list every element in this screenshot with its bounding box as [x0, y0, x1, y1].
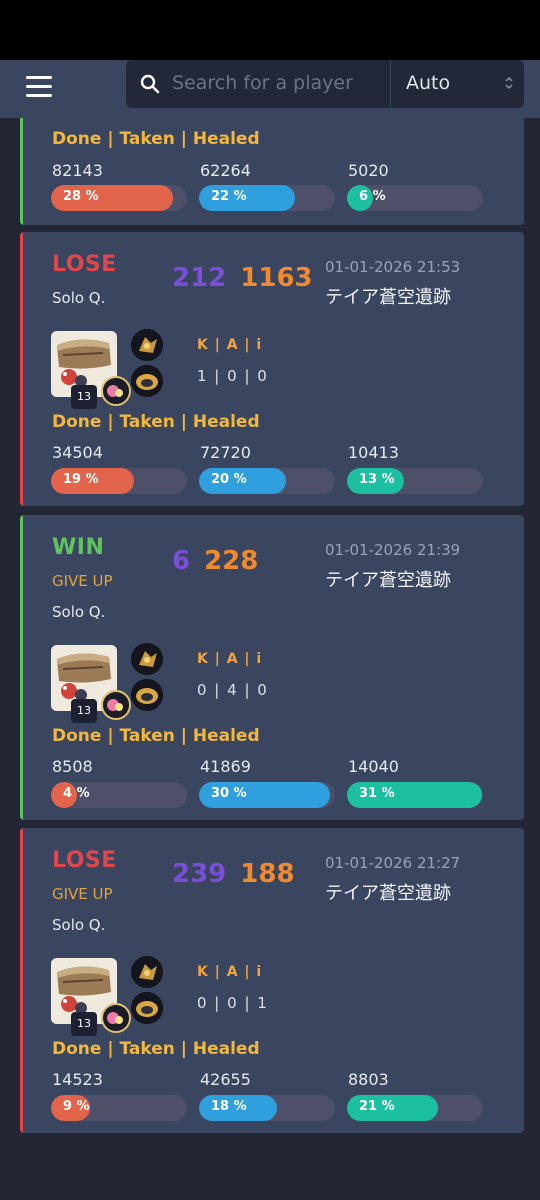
give-up-badge: GIVE UP — [52, 885, 113, 903]
damage-taken-percent: 20 % — [211, 472, 247, 487]
map-name: テイア蒼空遺跡 — [325, 287, 451, 308]
kda-value: 0 | 0 | 1 — [197, 994, 269, 1012]
damage-taken-value: 62264 — [200, 161, 251, 180]
damage-done-bar: 4 % — [51, 782, 187, 808]
match-card[interactable]: LOSE GIVE UP Solo Q. 239 188 01-01-2026 2… — [20, 828, 524, 1133]
match-card-partial[interactable]: Done | Taken | Healed 82143 62264 5020 2… — [20, 108, 524, 225]
held-item-icon — [101, 690, 131, 720]
match-card[interactable]: WIN GIVE UP Solo Q. 6 228 01-01-2026 21:3… — [20, 515, 524, 820]
score-team-a: 6 — [172, 546, 191, 576]
damage-taken-value: 72720 — [200, 443, 251, 462]
kda-label: K | A | i — [197, 964, 263, 980]
search-placeholder: Search for a player — [172, 72, 353, 94]
stats-header: Done | Taken | Healed — [52, 1039, 260, 1059]
damage-done-value: 14523 — [52, 1070, 103, 1089]
game-mode: Solo Q. — [52, 289, 106, 307]
menu-icon[interactable] — [26, 74, 54, 102]
champion-level: 13 — [71, 1012, 97, 1036]
damage-taken-percent: 22 % — [211, 189, 247, 204]
score-team-a: 239 — [172, 859, 227, 889]
result-indicator — [20, 108, 23, 225]
score: 239 188 — [172, 859, 295, 889]
damage-done-percent: 9 % — [63, 1099, 90, 1114]
healed-bar: 13 % — [347, 468, 483, 494]
healed-percent: 6 % — [359, 189, 386, 204]
healed-percent: 21 % — [359, 1099, 395, 1114]
champion-level: 13 — [71, 699, 97, 723]
score-team-b: 188 — [240, 859, 295, 889]
healed-value: 10413 — [348, 443, 399, 462]
healed-percent: 31 % — [359, 786, 395, 801]
damage-done-bar: 9 % — [51, 1095, 187, 1121]
give-up-badge: GIVE UP — [52, 572, 113, 590]
region-select-value: Auto — [406, 72, 451, 94]
held-item-icon — [101, 1003, 131, 1033]
kda-label: K | A | i — [197, 337, 263, 353]
kda-label: K | A | i — [197, 651, 263, 667]
healed-bar: 6 % — [347, 185, 483, 211]
healed-value: 14040 — [348, 757, 399, 776]
region-select[interactable]: Auto — [391, 60, 524, 108]
score-team-b: 1163 — [240, 263, 313, 293]
move-icon — [131, 365, 163, 397]
battle-item-icon — [131, 956, 163, 988]
damage-done-percent: 4 % — [63, 786, 90, 801]
held-item-icon — [101, 376, 131, 406]
result-indicator — [20, 828, 23, 1133]
result-indicator — [20, 232, 23, 506]
damage-taken-value: 41869 — [200, 757, 251, 776]
chevron-updown-icon — [505, 76, 513, 90]
champion-level: 13 — [71, 385, 97, 409]
map-name: テイア蒼空遺跡 — [325, 883, 451, 904]
damage-done-bar: 19 % — [51, 468, 187, 494]
map-name: テイア蒼空遺跡 — [325, 570, 451, 591]
score: 6 228 — [172, 546, 258, 576]
healed-value: 8803 — [348, 1070, 389, 1089]
game-mode: Solo Q. — [52, 603, 106, 621]
kda-value: 1 | 0 | 0 — [197, 367, 269, 385]
damage-done-value: 82143 — [52, 161, 103, 180]
search-input[interactable]: Search for a player — [126, 60, 390, 108]
move-icon — [131, 992, 163, 1024]
healed-percent: 13 % — [359, 472, 395, 487]
search-icon — [140, 74, 160, 94]
top-header: Search for a player Auto — [0, 60, 540, 118]
stats-header: Done | Taken | Healed — [52, 726, 260, 746]
result-indicator — [20, 515, 23, 820]
kda-value: 0 | 4 | 0 — [197, 681, 269, 699]
healed-bar: 31 % — [347, 782, 483, 808]
stats-header: Done | Taken | Healed — [52, 129, 260, 149]
healed-bar: 21 % — [347, 1095, 483, 1121]
damage-taken-percent: 18 % — [211, 1099, 247, 1114]
score-team-a: 212 — [172, 263, 227, 293]
damage-done-percent: 28 % — [63, 189, 99, 204]
status-bar — [0, 0, 540, 60]
damage-taken-bar: 20 % — [199, 468, 335, 494]
score-team-b: 228 — [204, 546, 259, 576]
stats-header: Done | Taken | Healed — [52, 412, 260, 432]
match-date: 01-01-2026 21:39 — [325, 541, 461, 559]
match-card[interactable]: LOSE Solo Q. 212 1163 01-01-2026 21:53 テイ… — [20, 232, 524, 506]
match-date: 01-01-2026 21:53 — [325, 258, 461, 276]
damage-taken-bar: 22 % — [199, 185, 335, 211]
match-result: LOSE — [52, 252, 117, 277]
damage-taken-percent: 30 % — [211, 786, 247, 801]
damage-taken-bar: 30 % — [199, 782, 335, 808]
damage-done-value: 34504 — [52, 443, 103, 462]
damage-done-bar: 28 % — [51, 185, 187, 211]
match-date: 01-01-2026 21:27 — [325, 854, 461, 872]
battle-item-icon — [131, 329, 163, 361]
damage-done-value: 8508 — [52, 757, 93, 776]
match-result: LOSE — [52, 848, 117, 873]
game-mode: Solo Q. — [52, 916, 106, 934]
damage-taken-value: 42655 — [200, 1070, 251, 1089]
battle-item-icon — [131, 643, 163, 675]
match-result: WIN — [52, 535, 105, 560]
damage-done-percent: 19 % — [63, 472, 99, 487]
healed-value: 5020 — [348, 161, 389, 180]
damage-taken-bar: 18 % — [199, 1095, 335, 1121]
move-icon — [131, 679, 163, 711]
score: 212 1163 — [172, 263, 313, 293]
